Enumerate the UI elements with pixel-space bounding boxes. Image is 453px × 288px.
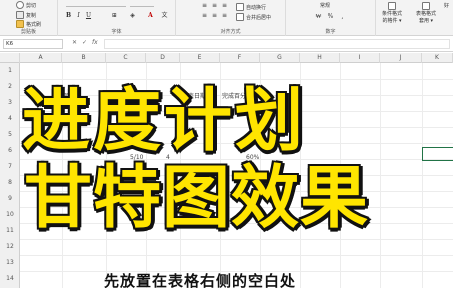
row-header-8[interactable]: 8 — [0, 175, 20, 191]
font-size-box[interactable] — [130, 6, 154, 7]
row-header: 1 2 3 4 5 6 7 8 9 10 11 12 13 14 — [0, 63, 20, 288]
font-group: B I U ⊞ ◈ A 文 字体 — [58, 0, 176, 36]
column-header-d[interactable]: D — [146, 53, 180, 63]
scissors-icon — [16, 1, 24, 9]
conditional-format-label: 条件格式 — [382, 11, 403, 17]
align-center-icon[interactable]: ≡ — [210, 12, 219, 20]
copy-icon — [16, 11, 24, 19]
wrap-text-button[interactable]: 自动换行 — [236, 3, 266, 11]
align-top-icon[interactable]: ≡ — [200, 2, 209, 10]
conditional-format-sublabel: 的格件 ▾ — [382, 18, 402, 24]
number-group-label: 数字 — [325, 29, 336, 35]
column-header-h[interactable]: H — [300, 53, 340, 63]
merge-center-label: 合并后居中 — [246, 14, 272, 21]
wrap-text-icon — [236, 3, 244, 11]
copy-button[interactable]: 复制 — [16, 11, 36, 19]
gridline — [20, 239, 453, 240]
row-header-9[interactable]: 9 — [0, 191, 20, 207]
overlay-subtitle: 先放置在表格右侧的空白处 — [104, 272, 297, 288]
bold-button[interactable]: B — [64, 12, 73, 20]
ribbon: 剪切 复制 格式刷 剪贴板 B I U ⊞ ◈ A 文 字体 ≡ ≡ ≡ ≡ ≡… — [0, 0, 453, 36]
gridline — [20, 79, 453, 80]
phonetic-button[interactable]: 文 — [160, 12, 169, 20]
font-group-label: 字体 — [111, 29, 122, 35]
cut-label: 剪切 — [26, 2, 37, 9]
cell-style-good[interactable]: 好 — [444, 2, 449, 9]
table-format-sublabel: 套用 ▾ — [418, 18, 434, 24]
comma-icon[interactable]: , — [338, 13, 347, 21]
row-header-6[interactable]: 6 — [0, 143, 20, 159]
overlay-title-line-2: 甘特图效果 — [22, 159, 370, 238]
fill-color-icon[interactable]: ◈ — [128, 12, 137, 20]
cut-button[interactable]: 剪切 — [16, 1, 36, 9]
number-format-dropdown[interactable]: 常规 — [320, 2, 330, 9]
number-format-value: 常规 — [320, 3, 331, 9]
insert-function-icon[interactable]: fx — [92, 39, 98, 46]
formula-bar: K6 ✕ ✓ fx — [0, 37, 453, 52]
row-header-3[interactable]: 3 — [0, 95, 20, 111]
clipboard-group-label: 剪贴板 — [20, 29, 36, 35]
row-header-13[interactable]: 13 — [0, 255, 20, 271]
conditional-format-button[interactable]: 条件格式 的格件 ▾ — [382, 2, 402, 24]
conditional-format-icon — [388, 2, 396, 10]
row-header-14[interactable]: 14 — [0, 271, 20, 287]
borders-icon[interactable]: ⊞ — [110, 12, 119, 20]
underline-button[interactable]: U — [84, 12, 93, 20]
selected-cell-k6[interactable] — [422, 147, 453, 161]
row-header-11[interactable]: 11 — [0, 223, 20, 239]
column-header-g[interactable]: G — [260, 53, 300, 63]
align-left-icon[interactable]: ≡ — [200, 12, 209, 20]
font-color-button[interactable]: A — [146, 12, 155, 20]
currency-icon[interactable]: ₩ — [314, 13, 323, 21]
table-format-icon — [422, 2, 430, 10]
align-right-icon[interactable]: ≡ — [220, 12, 229, 20]
alignment-group-label: 对齐方式 — [220, 29, 241, 35]
alignment-group: ≡ ≡ ≡ ≡ ≡ ≡ 自动换行 合并后居中 对齐方式 — [176, 0, 286, 36]
row-header-4[interactable]: 4 — [0, 111, 20, 127]
align-bottom-icon[interactable]: ≡ — [220, 2, 229, 10]
styles-group: 条件格式 的格件 ▾ 表格格式 套用 ▾ 好 — [376, 0, 453, 36]
merge-center-button[interactable]: 合并后居中 — [236, 13, 271, 21]
column-header-f[interactable]: F — [220, 53, 260, 63]
column-header-c[interactable]: C — [106, 53, 146, 63]
clipboard-group: 剪切 复制 格式刷 剪贴板 — [0, 0, 58, 36]
copy-label: 复制 — [26, 12, 37, 19]
column-header-k[interactable]: K — [422, 53, 453, 63]
format-painter-label: 格式刷 — [26, 21, 42, 28]
merge-center-icon — [236, 13, 244, 21]
row-header-10[interactable]: 10 — [0, 207, 20, 223]
format-painter-button[interactable]: 格式刷 — [16, 20, 41, 28]
column-header-i[interactable]: I — [340, 53, 380, 63]
name-box[interactable]: K6 — [3, 39, 63, 49]
cancel-icon[interactable]: ✕ — [72, 39, 77, 46]
formula-input[interactable] — [104, 39, 450, 49]
wrap-text-label: 自动换行 — [246, 4, 267, 11]
confirm-icon[interactable]: ✓ — [82, 39, 87, 46]
italic-button[interactable]: I — [74, 12, 83, 20]
cell-style-good-label: 好 — [444, 3, 450, 9]
number-group: 常规 ₩ % , 数字 — [286, 0, 376, 36]
row-header-5[interactable]: 5 — [0, 127, 20, 143]
column-header-j[interactable]: J — [380, 53, 422, 63]
table-format-label: 表格格式 — [416, 11, 437, 17]
row-header-12[interactable]: 12 — [0, 239, 20, 255]
row-header-1[interactable]: 1 — [0, 63, 20, 79]
corner-select-all[interactable] — [0, 53, 20, 63]
align-middle-icon[interactable]: ≡ — [210, 2, 219, 10]
table-format-button[interactable]: 表格格式 套用 ▾ — [416, 2, 436, 24]
column-header-a[interactable]: A — [20, 53, 62, 63]
font-name-box[interactable] — [66, 6, 126, 7]
column-header-b[interactable]: B — [62, 53, 106, 63]
column-header: A B C D E F G H I J K — [0, 53, 453, 63]
overlay-title-line-1: 进度计划 — [20, 82, 307, 161]
percent-button[interactable]: % — [326, 13, 335, 21]
row-header-7[interactable]: 7 — [0, 159, 20, 175]
row-header-2[interactable]: 2 — [0, 79, 20, 95]
gridline — [20, 255, 453, 256]
column-header-e[interactable]: E — [180, 53, 220, 63]
format-painter-icon — [16, 20, 24, 28]
